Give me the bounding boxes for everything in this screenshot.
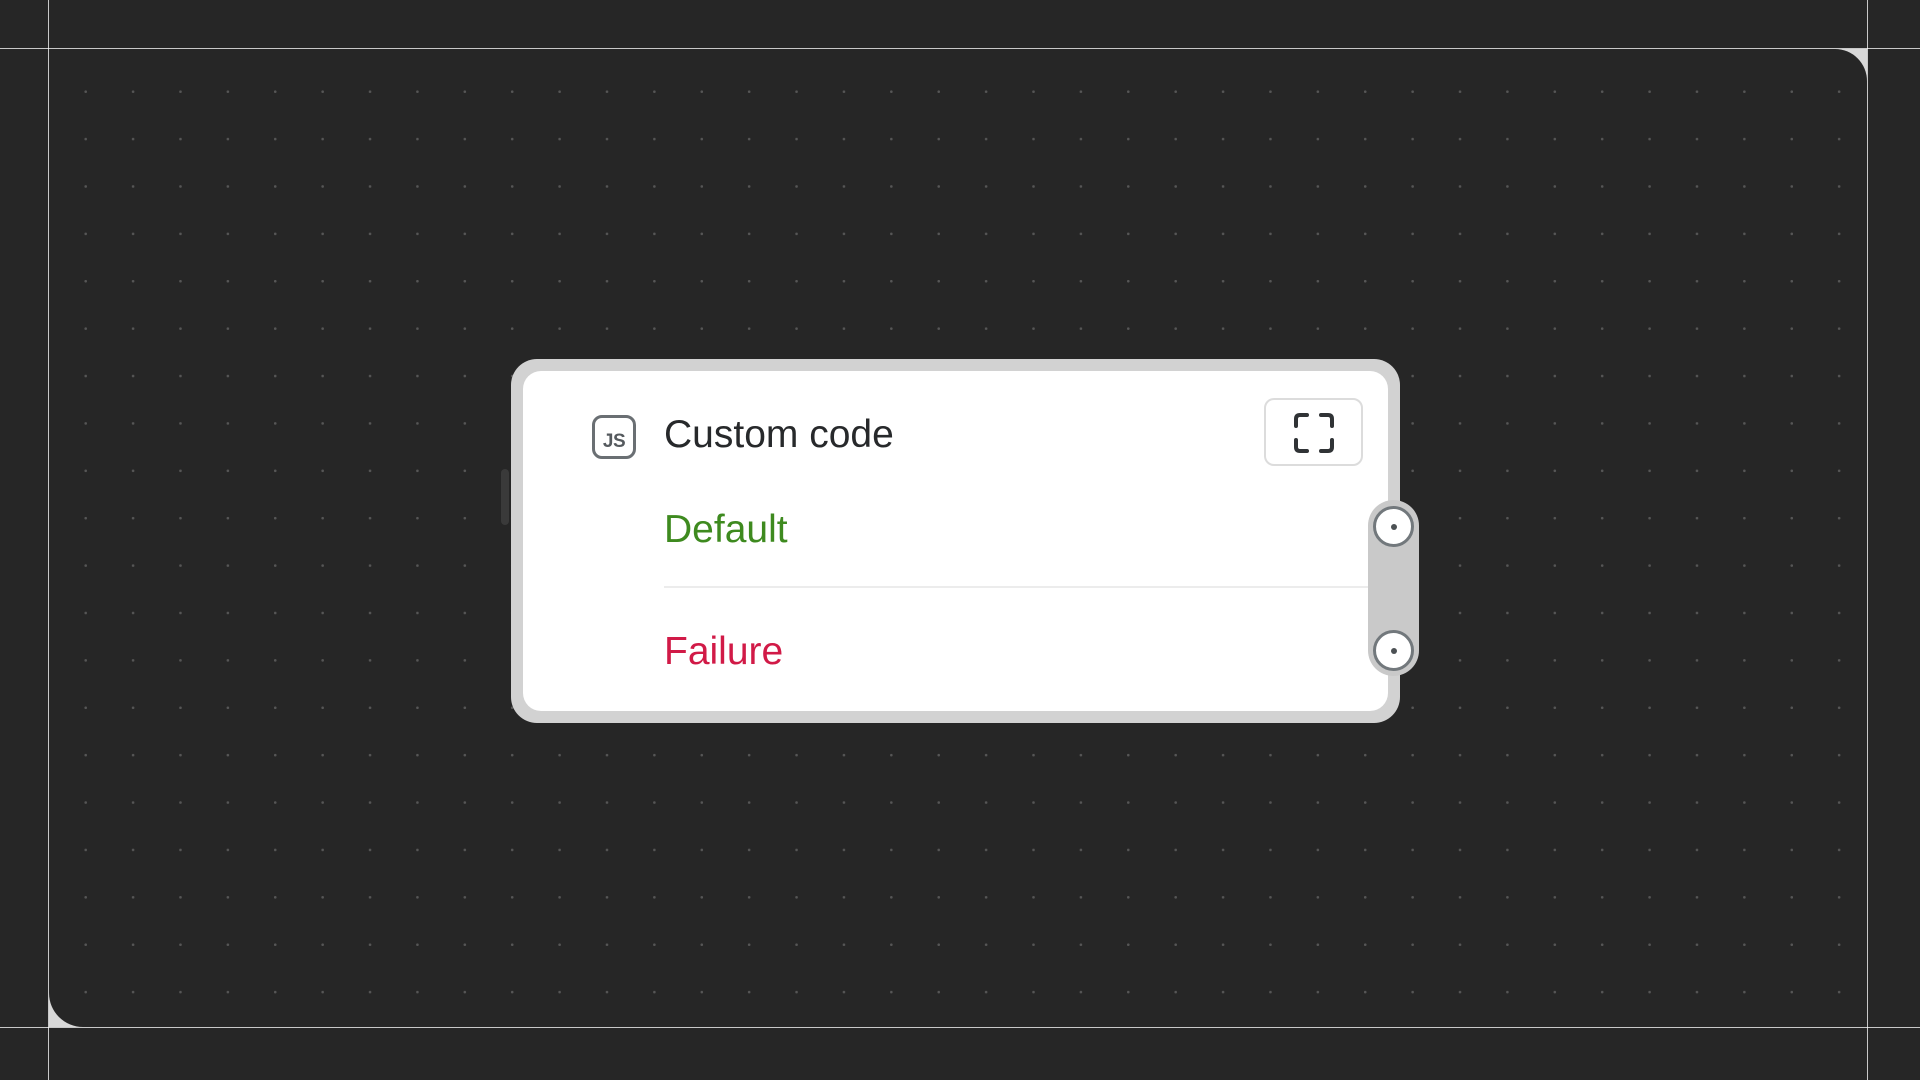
- node-input-handle[interactable]: [501, 469, 509, 525]
- output-port-failure[interactable]: [1373, 630, 1414, 671]
- app-frame: JS Custom code Default Failure: [0, 0, 1920, 1080]
- expand-button[interactable]: [1264, 398, 1363, 466]
- output-divider: [664, 586, 1388, 588]
- guide-line-bottom: [0, 1027, 1920, 1028]
- expand-icon: [1294, 413, 1334, 453]
- node-title: Custom code: [664, 413, 894, 456]
- custom-code-node[interactable]: JS Custom code Default Failure: [501, 359, 1400, 723]
- output-label-failure: Failure: [664, 630, 784, 673]
- output-label-default: Default: [664, 508, 788, 551]
- js-icon: JS: [592, 415, 636, 459]
- output-port-default[interactable]: [1373, 506, 1414, 547]
- node-body: JS Custom code Default Failure: [523, 371, 1388, 711]
- output-handle-rail: [1368, 500, 1419, 676]
- guide-line-right: [1867, 0, 1868, 1080]
- js-icon-text: JS: [602, 431, 626, 452]
